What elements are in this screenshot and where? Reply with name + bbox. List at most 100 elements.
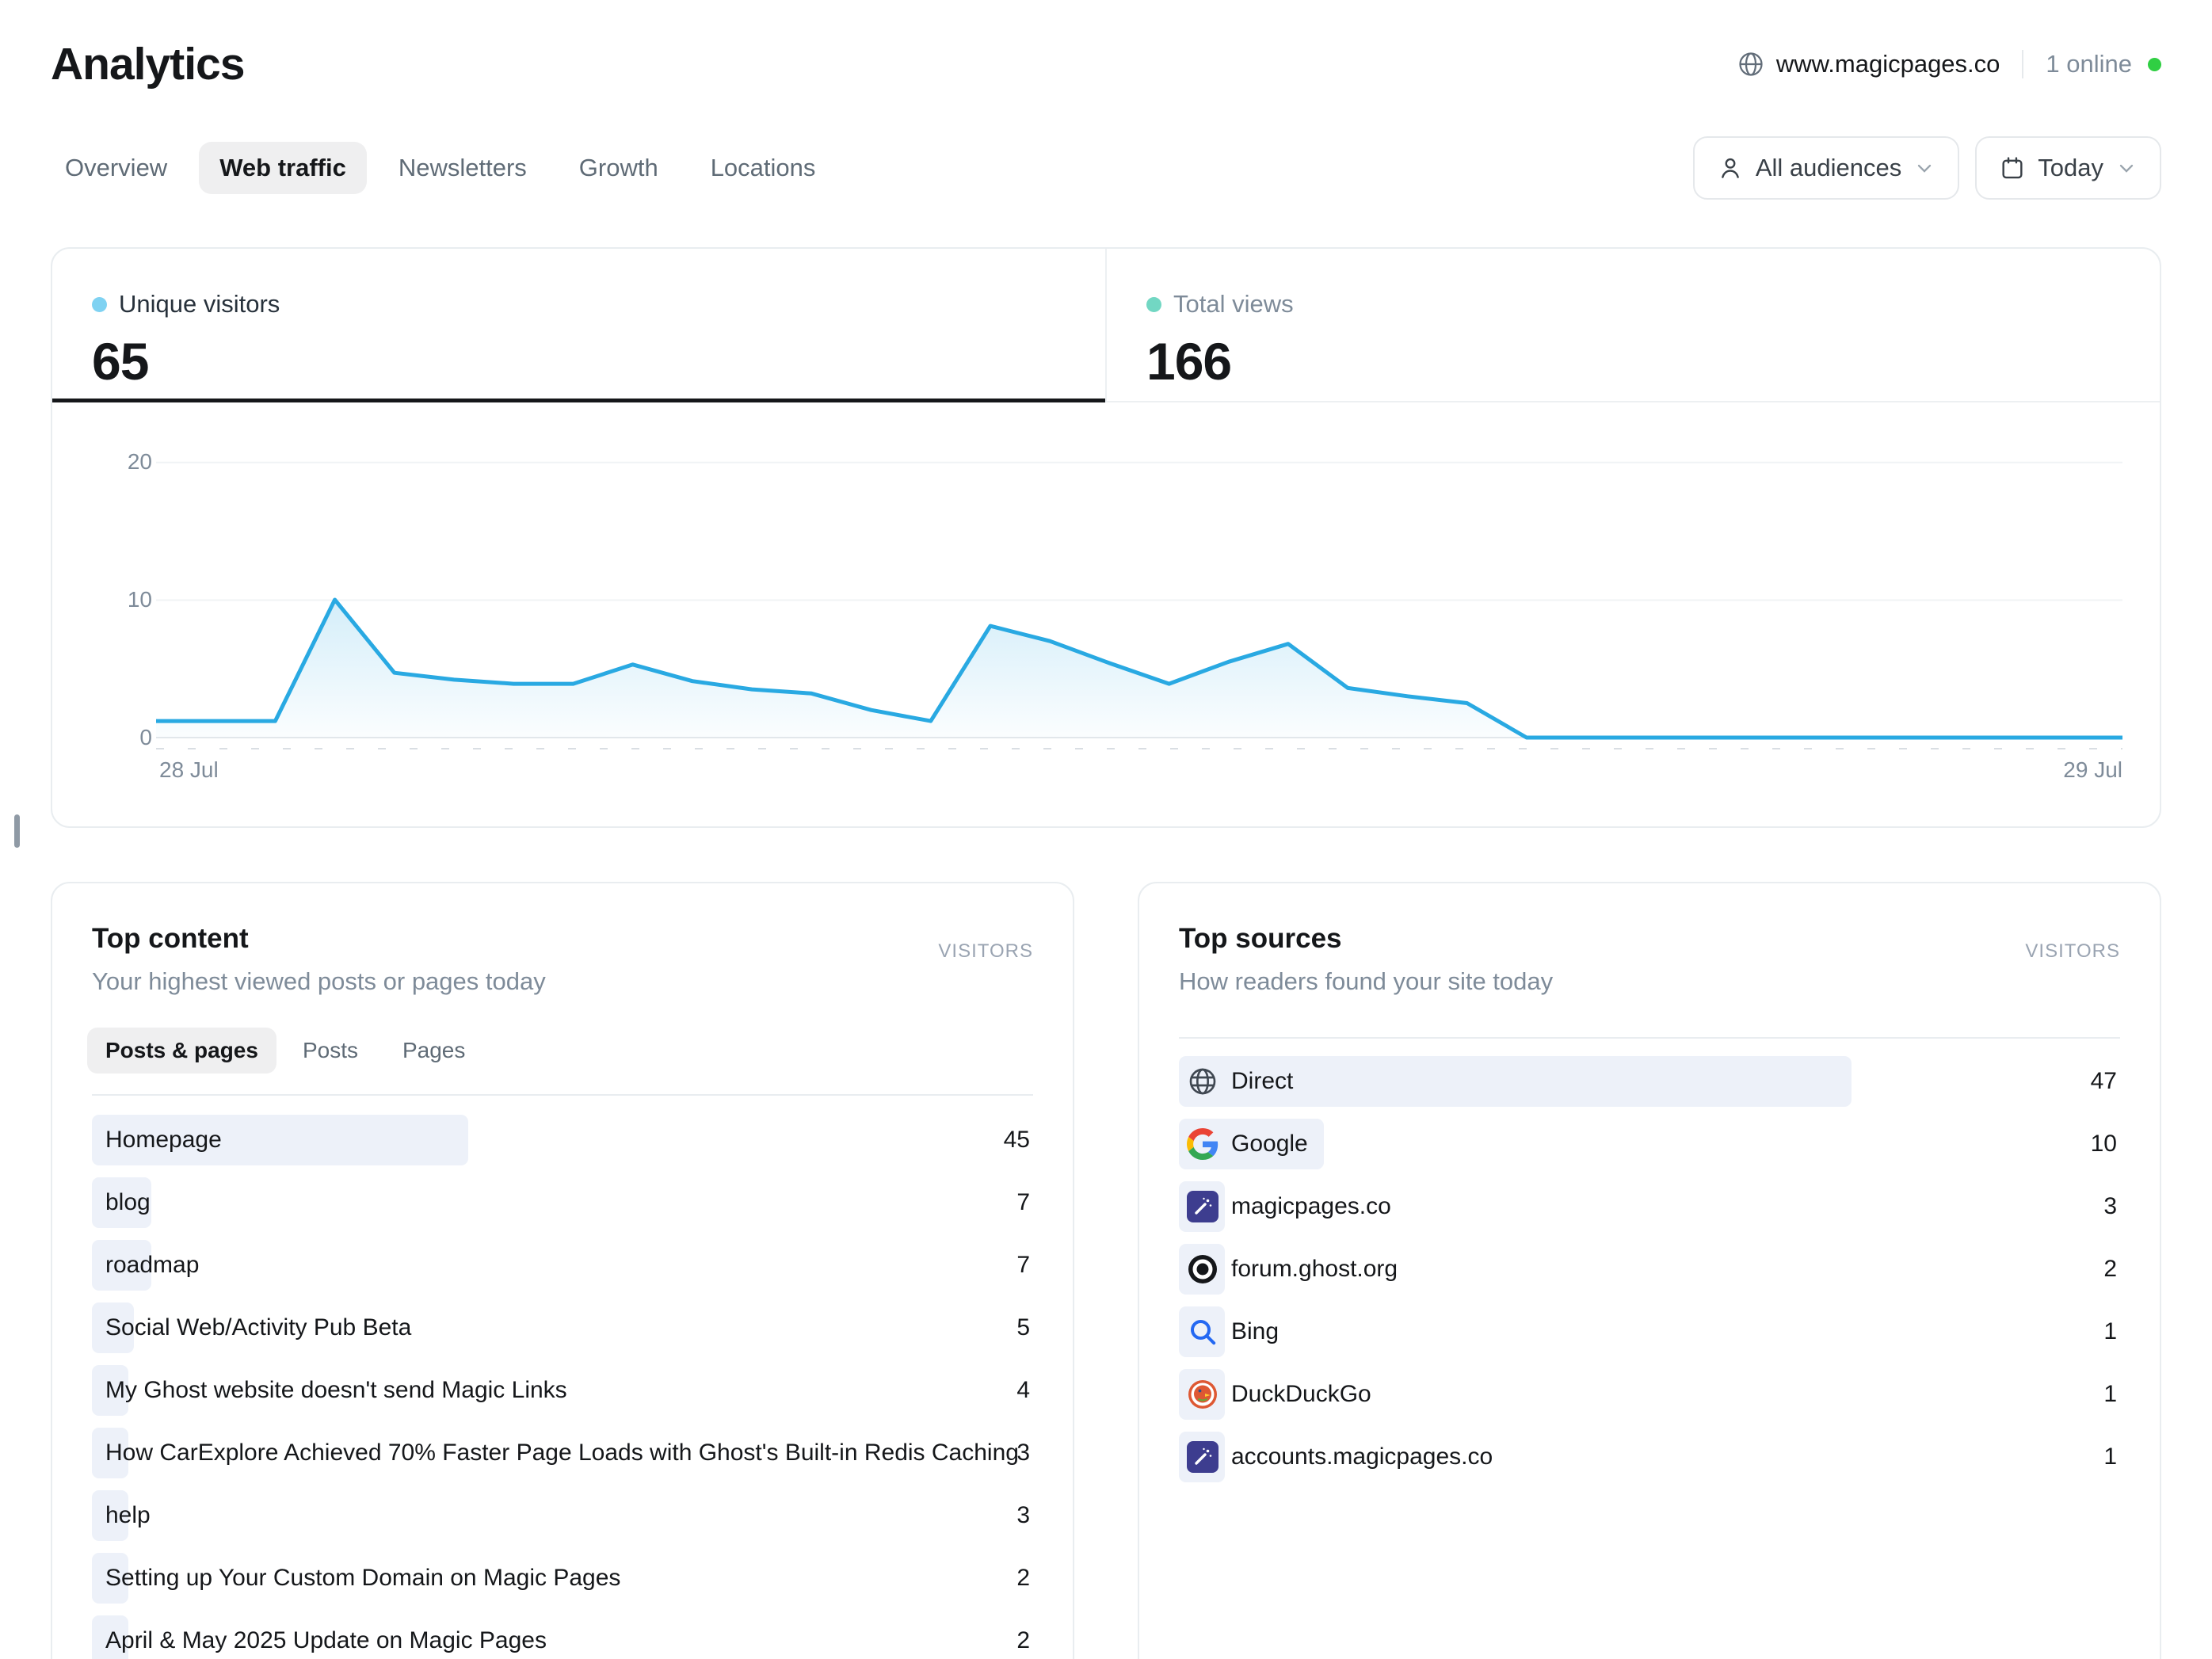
tab-overview[interactable]: Overview [44,142,188,194]
tab-web-traffic[interactable]: Web traffic [199,142,367,194]
y-axis-tick-label: 0 [84,725,152,750]
analytics-page: Analytics www.magicpages.co 1 online Ove… [0,0,2212,1659]
globe-icon [1187,1066,1219,1097]
list-item[interactable]: Homepage 45 [92,1115,1033,1165]
audience-filter-label: All audiences [1756,154,1901,182]
list-item[interactable]: Direct 47 [1179,1056,2120,1107]
item-label: Homepage [105,1115,222,1165]
google-icon [1187,1128,1219,1160]
top-sources-list: Direct 47 Google 10 magicpages.co 3 forum.ghos… [1179,1056,2120,1482]
visitors-count: 7 [1016,1177,1030,1228]
list-item[interactable]: April & May 2025 Update on Magic Pages 2 [92,1615,1033,1659]
scrollbar-thumb[interactable] [14,814,20,848]
visitors-count: 2 [1016,1553,1030,1604]
content-tab-pages[interactable]: Pages [384,1028,483,1074]
stat-label: Unique visitors [119,290,280,318]
visitors-count: 5 [1016,1302,1030,1353]
visitors-count: 1 [2103,1369,2117,1420]
globe-icon [1737,50,1765,78]
visitors-count: 47 [2091,1056,2117,1107]
stat-tile-unique-visitors[interactable]: Unique visitors 65 [52,249,1105,401]
content-tab-posts[interactable]: Posts [284,1028,376,1074]
top-content-title: Top content [92,923,546,955]
unique-visitors-dot [92,297,107,312]
item-label: How CarExplore Achieved 70% Faster Page … [105,1428,1019,1478]
visitors-column-header: VISITORS [2025,940,2120,996]
magicpages-icon [1187,1191,1219,1222]
bing-icon [1187,1316,1219,1348]
top-sources-card: Top sources How readers found your site … [1138,882,2161,1659]
top-content-subtitle: Your highest viewed posts or pages today [92,967,546,996]
top-sources-subtitle: How readers found your site today [1179,967,1553,996]
chevron-down-icon [2115,157,2138,179]
item-label: My Ghost website doesn't send Magic Link… [105,1365,567,1416]
bottom-cards: Top content Your highest viewed posts or… [51,882,2161,1659]
visitors-count: 1 [2103,1306,2117,1357]
traffic-chart[interactable]: 0102028 Jul29 Jul [52,402,2160,826]
divider [2022,50,2023,78]
visitors-count: 3 [1016,1428,1030,1478]
list-item[interactable]: forum.ghost.org 2 [1179,1244,2120,1295]
y-axis-tick-label: 20 [84,449,152,475]
item-label: Google [1231,1119,1308,1169]
top-sources-title: Top sources [1179,923,1553,955]
audience-filter-button[interactable]: All audiences [1693,136,1959,200]
divider [92,1094,1033,1096]
item-label: blog [105,1177,151,1228]
list-item[interactable]: accounts.magicpages.co1 [1179,1432,2120,1482]
top-bar: Analytics www.magicpages.co 1 online [51,0,2161,90]
person-icon [1717,154,1744,181]
traffic-card: Unique visitors 65 Total views 166 0 10 20… [51,247,2161,828]
item-label: Direct [1231,1056,1293,1107]
visitors-count: 2 [1016,1615,1030,1659]
date-range-button[interactable]: Today [1975,136,2161,200]
nav-row: OverviewWeb trafficNewslettersGrowthLoca… [51,136,2161,200]
total-views-dot [1146,297,1161,312]
list-item[interactable]: magicpages.co 3 [1179,1181,2120,1232]
site-domain-link[interactable]: www.magicpages.co [1776,50,2000,78]
magicpages-icon [1187,1441,1219,1473]
top-content-card: Top content Your highest viewed posts or… [51,882,1074,1659]
item-label: DuckDuckGo [1231,1369,1371,1420]
list-item[interactable]: blog 7 [92,1177,1033,1228]
top-content-list: Homepage 45 blog 7 roadmap7 Social Web/Activi… [92,1115,1033,1659]
list-item[interactable]: Social Web/Activity Pub Beta 5 [92,1302,1033,1353]
item-label: magicpages.co [1231,1181,1391,1232]
online-count: 1 online [2046,50,2132,78]
item-label: forum.ghost.org [1231,1244,1398,1295]
tab-locations[interactable]: Locations [690,142,837,194]
visitors-count: 3 [2103,1181,2117,1232]
visitors-count: 10 [2091,1119,2117,1169]
list-item[interactable]: How CarExplore Achieved 70% Faster Page … [92,1428,1033,1478]
list-item[interactable]: My Ghost website doesn't send Magic Link… [92,1365,1033,1416]
stat-label: Total views [1173,290,1294,318]
online-status-dot [2148,58,2161,71]
list-item[interactable]: DuckDuckGo 1 [1179,1369,2120,1420]
item-label: Social Web/Activity Pub Beta [105,1302,411,1353]
divider [1179,1037,2120,1039]
tab-newsletters[interactable]: Newsletters [378,142,547,194]
list-item[interactable]: roadmap7 [92,1240,1033,1291]
ghost-icon [1187,1253,1219,1285]
list-item[interactable]: Setting up Your Custom Domain on Magic P… [92,1553,1033,1604]
y-axis-tick-label: 10 [84,587,152,612]
visitors-count: 3 [1016,1490,1030,1541]
item-label: April & May 2025 Update on Magic Pages [105,1615,547,1659]
content-tab-posts-pages[interactable]: Posts & pages [87,1028,276,1074]
area-chart-svg [156,402,2122,826]
page-title: Analytics [51,38,244,90]
unique-visitors-value: 65 [92,331,1105,391]
calendar-icon [1999,154,2026,181]
filter-buttons: All audiences Today [1693,136,2161,200]
list-item[interactable]: help3 [92,1490,1033,1541]
visitors-count: 45 [1004,1115,1030,1165]
list-item[interactable]: Google 10 [1179,1119,2120,1169]
stat-tile-total-views[interactable]: Total views 166 [1105,249,2160,401]
total-views-value: 166 [1146,331,2160,391]
stat-row: Unique visitors 65 Total views 166 [52,249,2160,402]
tab-growth[interactable]: Growth [559,142,679,194]
x-axis-label-end: 29 Jul [1996,757,2122,783]
visitors-count: 2 [2103,1244,2117,1295]
list-item[interactable]: Bing1 [1179,1306,2120,1357]
duckduckgo-icon [1187,1379,1219,1410]
